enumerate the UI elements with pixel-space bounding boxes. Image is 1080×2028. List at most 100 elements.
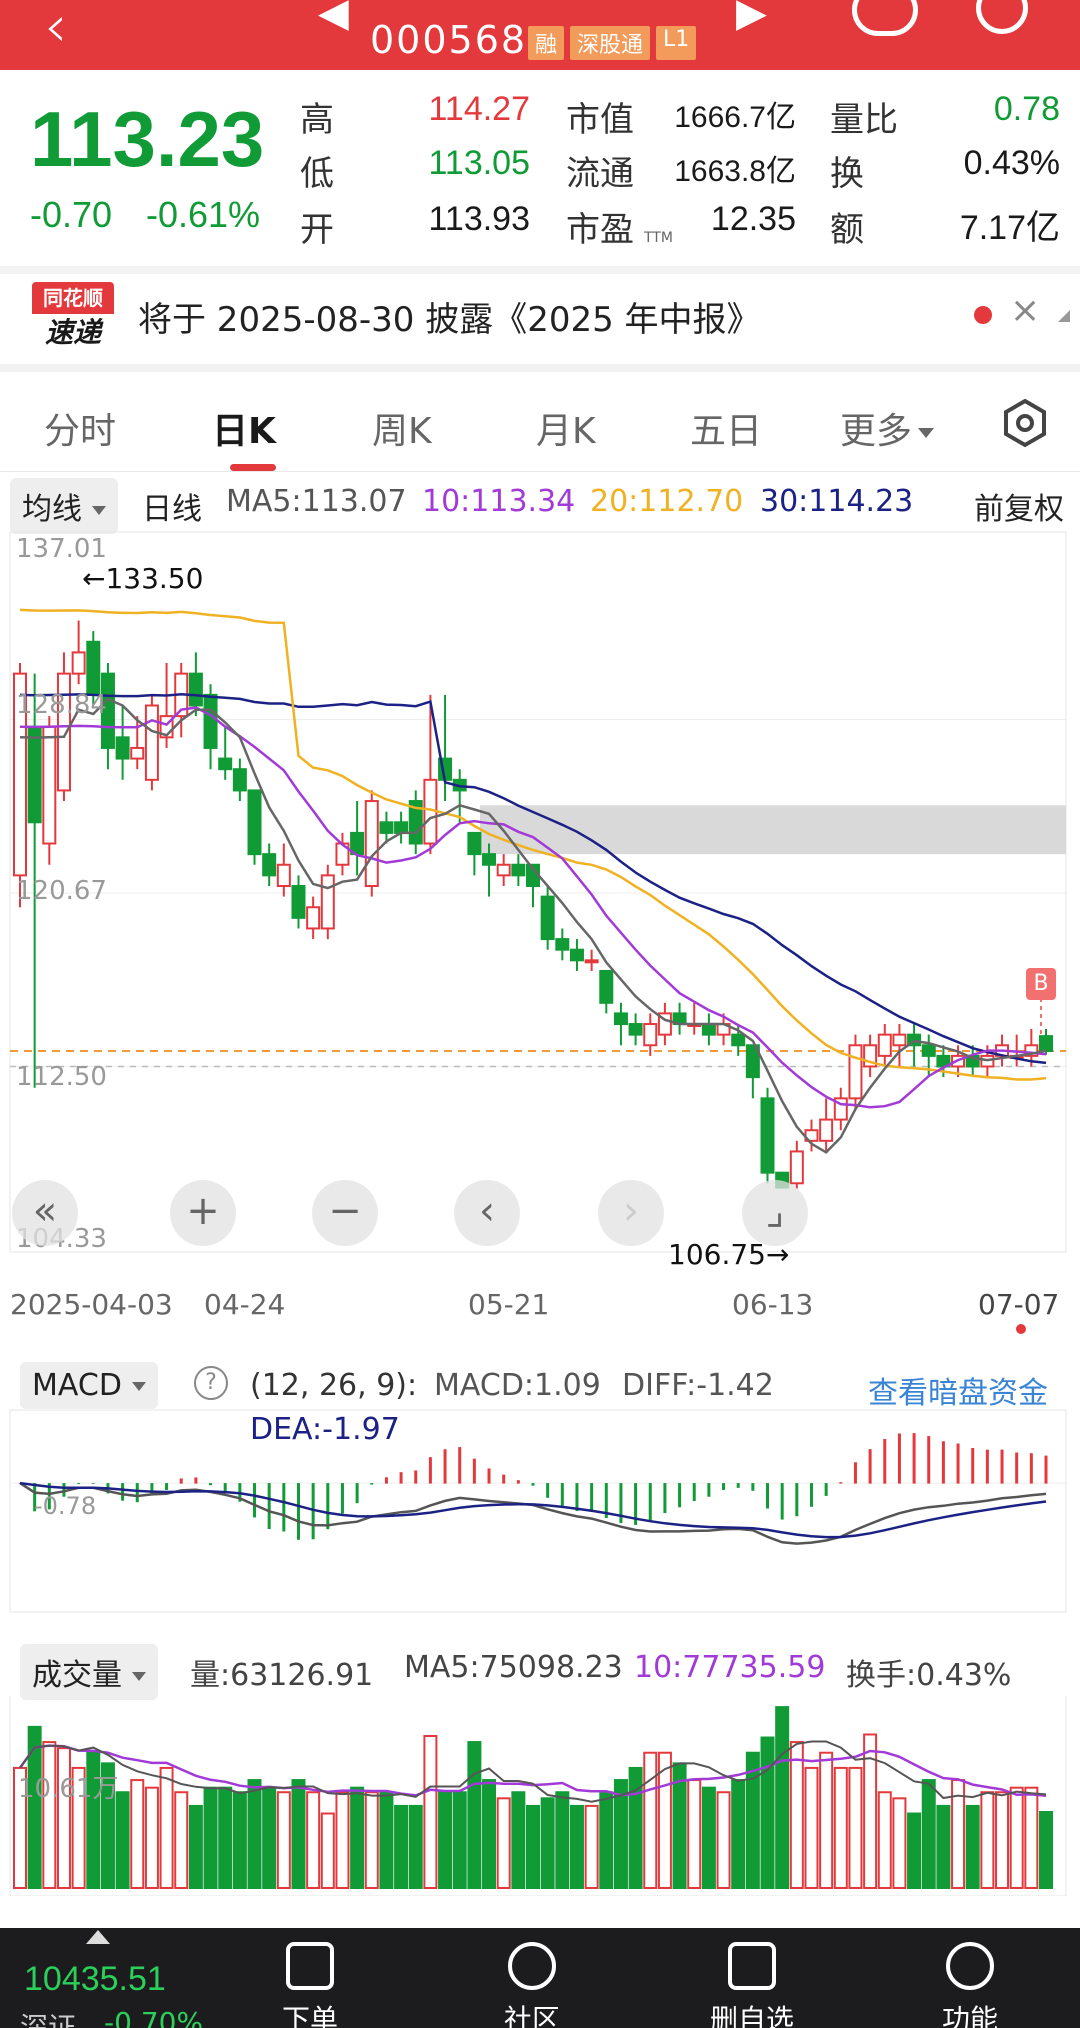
volume-bar [320, 1812, 335, 1889]
volume-axis-label: 10.61万 [18, 1774, 119, 1804]
macd-selector[interactable]: MACD [20, 1362, 158, 1409]
chevron-down-icon [918, 428, 935, 438]
volume-bar [159, 1766, 174, 1889]
settings-hexagon-icon[interactable] [1000, 398, 1050, 448]
float-cap-value: 1663.8亿 [674, 155, 796, 188]
expand-up-icon[interactable] [86, 1930, 110, 1944]
macd-svg[interactable] [0, 1408, 1080, 1614]
volume-bar [789, 1741, 804, 1889]
price-change-pct: -0.61% [146, 194, 261, 235]
x-axis-label-4: 06-13 [732, 1288, 814, 1321]
volume-bar [27, 1725, 42, 1889]
close-icon[interactable]: × [1010, 290, 1040, 331]
adjust-mode[interactable]: 前复权 [974, 484, 1064, 528]
nav-remove-watchlist[interactable]: 删自选 [682, 1928, 822, 2028]
tab-monthly-k[interactable]: 月K [536, 402, 596, 454]
volume-bar [174, 1791, 189, 1889]
pe-value: 12.35 [710, 200, 796, 238]
search-icon[interactable] [976, 0, 1028, 34]
fullscreen-icon[interactable]: ⌟ [742, 1180, 808, 1246]
volume-selector[interactable]: 成交量 [20, 1644, 158, 1700]
tab-weekly-k[interactable]: 周K [372, 402, 432, 454]
tab-five-day[interactable]: 五日 [690, 402, 762, 454]
candle-body [144, 704, 159, 781]
nav-functions[interactable]: 功能 [900, 1928, 1040, 2028]
ma5-value: MA5:113.07 [226, 484, 407, 519]
candle-body [701, 1023, 716, 1036]
stock-code: 000568 [370, 18, 528, 62]
candle-body [555, 938, 570, 951]
nav-remove-watchlist-label: 删自选 [709, 2003, 794, 2028]
y-axis-label-4: 112.50 [16, 1062, 107, 1092]
scroll-right-icon[interactable]: › [598, 1180, 664, 1246]
ma20-value: 20:112.70 [590, 484, 744, 519]
volume-bar [130, 1779, 145, 1889]
volume-bar [775, 1706, 790, 1890]
macd-params: (12, 26, 9): [250, 1368, 418, 1403]
candle-body [482, 853, 497, 866]
nav-community[interactable]: 社区 [462, 1928, 602, 2028]
next-stock-icon[interactable]: ▶ [736, 0, 767, 36]
volume-bar [42, 1741, 57, 1889]
volume-bar [335, 1791, 350, 1889]
candle-body [540, 895, 555, 941]
market-cap-label: 市值 [566, 100, 634, 140]
macd-axis-label: -0.78 [34, 1492, 97, 1520]
volume-svg[interactable] [0, 1696, 1080, 1896]
chart-frame [9, 531, 1067, 1253]
help-icon[interactable]: ? [194, 1366, 228, 1400]
gap-zone [480, 805, 1066, 855]
pig-icon[interactable] [852, 0, 918, 36]
high-price-marker: ←133.50 [82, 562, 204, 595]
tab-daily-k[interactable]: 日K [212, 402, 276, 454]
y-axis-label-2: 128.84 [16, 690, 107, 720]
volume-bar [350, 1786, 365, 1889]
volume-bar [394, 1804, 409, 1889]
kline-svg[interactable] [0, 528, 1080, 1268]
candle-body [819, 1118, 834, 1142]
volume-bar [555, 1791, 570, 1889]
volume-bar [995, 1791, 1010, 1889]
zoom-in-icon[interactable]: + [170, 1180, 236, 1246]
candle-body [27, 725, 42, 824]
volume-bar [511, 1791, 526, 1889]
open-label: 开 [300, 210, 334, 250]
candle-body [364, 800, 379, 887]
chevron-down-icon [131, 1382, 146, 1391]
indicator-selector[interactable]: 均线 [10, 478, 118, 534]
price-change: -0.70 [30, 194, 113, 235]
volume-selector-label: 成交量 [32, 1658, 122, 1693]
previous-stock-icon[interactable]: ◀ [318, 0, 349, 36]
scroll-left-icon[interactable]: ‹ [454, 1180, 520, 1246]
period-tabs: 分时 日K 周K 月K 五日 更多 [0, 372, 1080, 472]
buy-signal-badge[interactable]: B [1026, 968, 1056, 1000]
volume-bar [482, 1779, 497, 1889]
zoom-out-icon[interactable]: − [312, 1180, 378, 1246]
announcement-banner[interactable]: 同花顺 速递 将于 2025-08-30 披露《2025 年中报》 × [0, 274, 1080, 364]
macd-chart[interactable]: -0.78 [0, 1408, 1080, 1614]
unread-dot [974, 306, 992, 324]
y-axis-label-3: 120.67 [16, 876, 107, 906]
volume-bar [276, 1791, 291, 1889]
candle-body [320, 874, 335, 930]
nav-order[interactable]: 下单 [240, 1928, 380, 2028]
volume-bar [907, 1812, 922, 1889]
dark-pool-link[interactable]: 查看暗盘资金 [868, 1368, 1048, 1412]
volume-bar [1039, 1811, 1053, 1889]
candle-body [1039, 1035, 1053, 1052]
amount-label: 额 [830, 210, 864, 250]
candle-body [892, 1033, 907, 1047]
announcement-text[interactable]: 将于 2025-08-30 披露《2025 年中报》 [138, 292, 761, 341]
volume-bar [980, 1791, 995, 1889]
kline-chart[interactable]: 137.01 128.84 120.67 112.50 104.33 ←133.… [0, 528, 1080, 1271]
ma30-value: 30:114.23 [760, 484, 914, 519]
back-icon[interactable]: ‹ [44, 0, 67, 60]
index-value[interactable]: 10435.51 [24, 1960, 166, 1999]
tab-more[interactable]: 更多 [840, 402, 935, 454]
volume-chart[interactable]: 10.61万 [0, 1696, 1080, 1896]
zoom-out-far-icon[interactable]: « [12, 1180, 78, 1246]
tab-more-label: 更多 [840, 411, 913, 452]
tab-intraday[interactable]: 分时 [44, 402, 116, 454]
candle-body [496, 863, 511, 877]
nav-community-label: 社区 [503, 2003, 560, 2028]
